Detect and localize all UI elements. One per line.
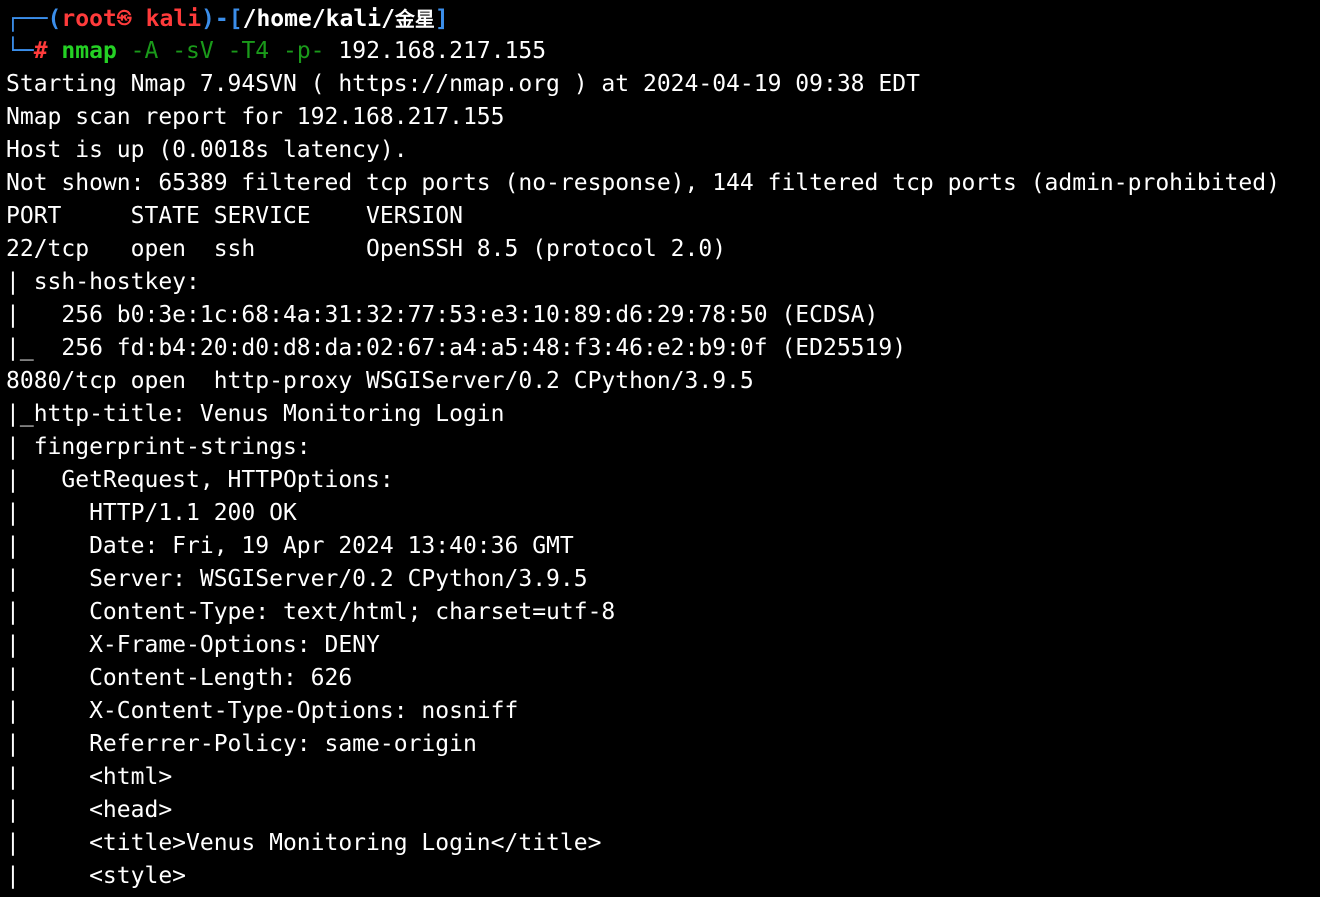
output-line: | <head>: [6, 797, 173, 823]
output-line: | X-Frame-Options: DENY: [6, 632, 380, 658]
terminal-window[interactable]: ┌──(root㉿ kali)-[/home/kali/金星] └─# nmap…: [0, 0, 1320, 897]
output-line: | <html>: [6, 764, 173, 790]
output-line: | ssh-hostkey:: [6, 269, 214, 295]
prompt-mid: )-[: [201, 6, 243, 32]
command-flags: -A -sV -T4 -p-: [130, 38, 325, 64]
command-target: 192.168.217.155: [338, 38, 547, 64]
output-line: | Content-Length: 626: [6, 665, 353, 691]
prompt-host: kali: [145, 6, 202, 32]
output-line: | GetRequest, HTTPOptions:: [6, 467, 408, 493]
output-line: | Referrer-Policy: same-origin: [6, 731, 477, 757]
prompt-box-top: ┌──(: [6, 6, 62, 32]
output-line: | HTTP/1.1 200 OK: [6, 500, 297, 526]
output-line: 22/tcp open ssh OpenSSH 8.5 (protocol 2.…: [6, 236, 727, 262]
output-line: | <style>: [6, 863, 187, 889]
output-line: | Content-Type: text/html; charset=utf-8: [6, 599, 616, 625]
skull-icon: ㉿: [116, 9, 132, 27]
prompt-box-bottom: └─: [6, 38, 34, 64]
terminal-output: Starting Nmap 7.94SVN ( https://nmap.org…: [6, 68, 1320, 893]
output-line: | 256 b0:3e:1c:68:4a:31:32:77:53:e3:10:8…: [6, 302, 879, 328]
command-name: nmap: [61, 38, 117, 64]
output-line: | <title>Venus Monitoring Login</title>: [6, 830, 602, 856]
output-line: PORT STATE SERVICE VERSION: [6, 203, 463, 229]
output-line: |_http-title: Venus Monitoring Login: [6, 401, 505, 427]
prompt-user: root: [61, 6, 117, 32]
output-line: | fingerprint-strings:: [6, 434, 325, 460]
command-line[interactable]: └─# nmap -A -sV -T4 -p- 192.168.217.155: [6, 35, 1320, 68]
output-line: Starting Nmap 7.94SVN ( https://nmap.org…: [6, 71, 920, 97]
output-line: Nmap scan report for 192.168.217.155: [6, 104, 505, 130]
output-line: | X-Content-Type-Options: nosniff: [6, 698, 519, 724]
prompt-hash: #: [33, 38, 48, 64]
prompt-path-cjk: 金星: [394, 7, 435, 31]
output-line: | Server: WSGIServer/0.2 CPython/3.9.5: [6, 566, 588, 592]
output-line: | Date: Fri, 19 Apr 2024 13:40:36 GMT: [6, 533, 574, 559]
prompt-path: /home/kali/: [242, 6, 395, 32]
output-line: Host is up (0.0018s latency).: [6, 137, 408, 163]
output-line: |_ 256 fd:b4:20:d0:d8:da:02:67:a4:a5:48:…: [6, 335, 907, 361]
output-line: 8080/tcp open http-proxy WSGIServer/0.2 …: [6, 368, 754, 394]
prompt-close: ]: [434, 6, 449, 32]
output-line: Not shown: 65389 filtered tcp ports (no-…: [6, 170, 1280, 196]
prompt-header-line: ┌──(root㉿ kali)-[/home/kali/金星]: [6, 2, 1320, 35]
